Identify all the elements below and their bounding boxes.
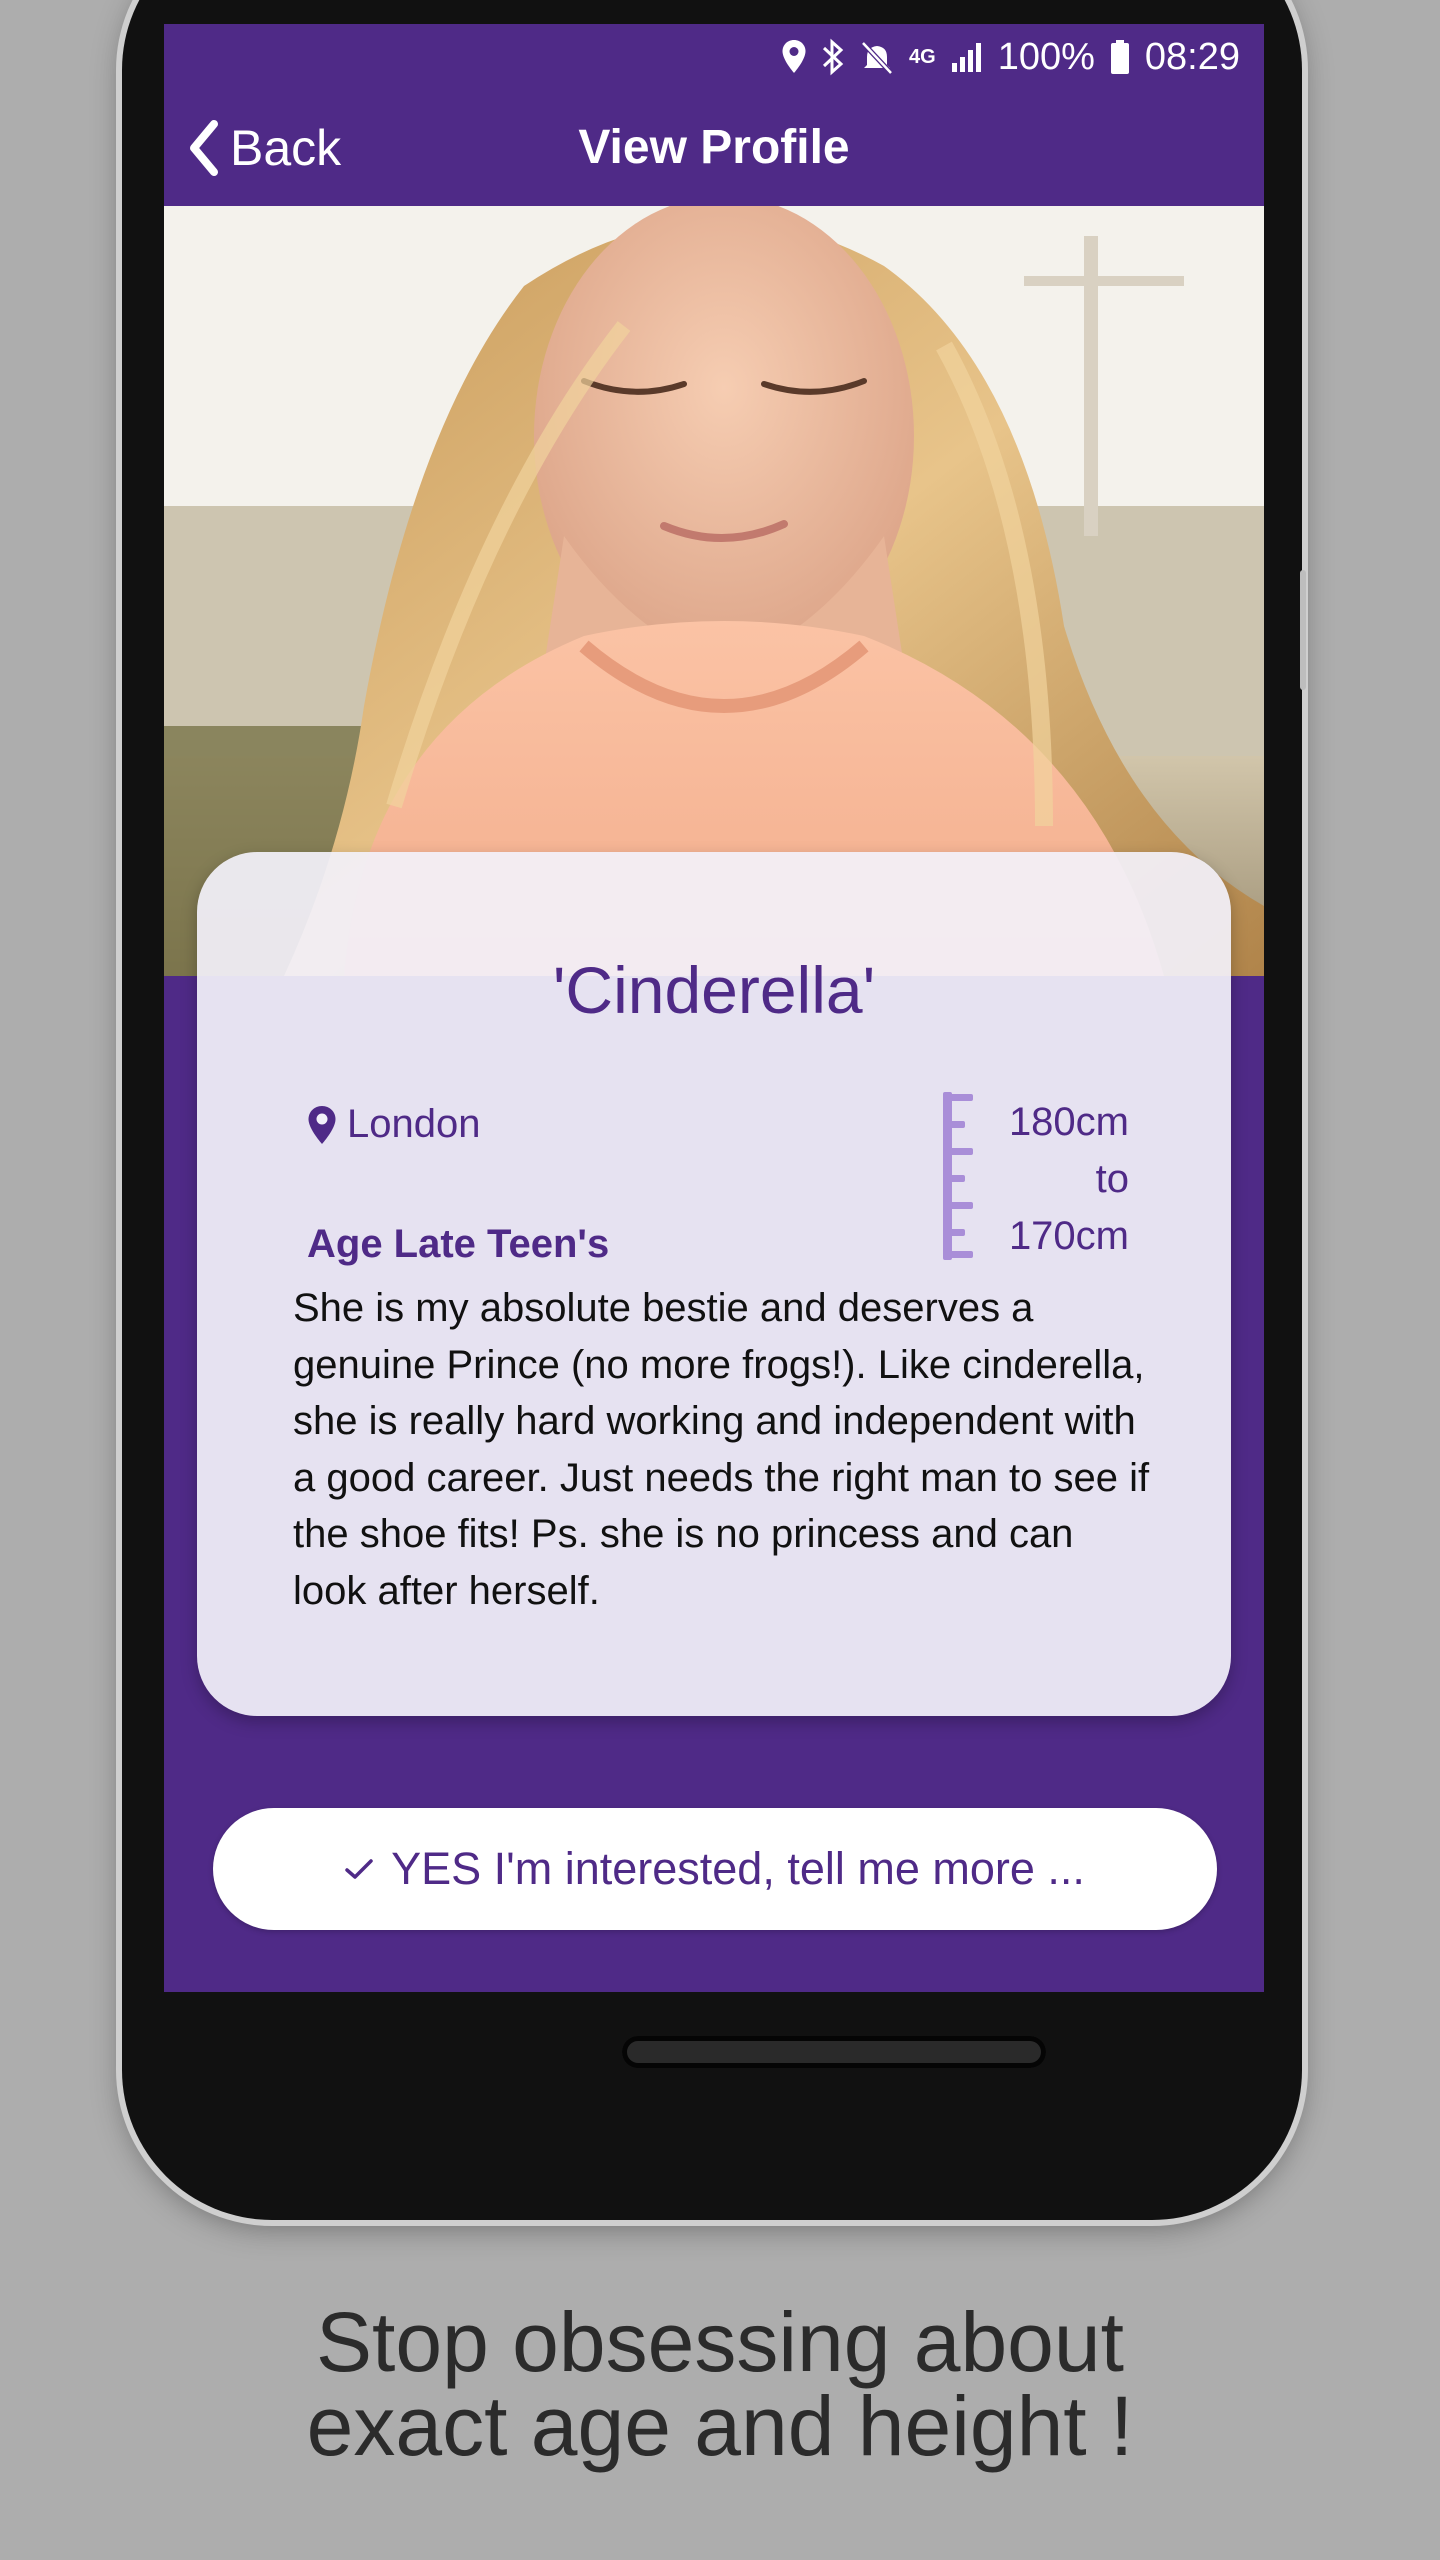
- profile-location: London: [307, 1102, 480, 1147]
- checkmark-icon: [345, 1859, 373, 1879]
- interested-button[interactable]: YES I'm interested, tell me more ...: [213, 1808, 1217, 1930]
- network-type: 4G: [909, 46, 936, 68]
- caption-line-1: Stop obsessing about: [316, 2295, 1124, 2389]
- profile-description: She is my absolute bestie and deserves a…: [293, 1286, 1150, 1613]
- map-pin-icon: [308, 1105, 336, 1144]
- height-range: 180cm to 170cm: [992, 1094, 1129, 1265]
- height-max: 180cm: [1008, 1100, 1129, 1144]
- page-title: View Profile: [578, 121, 850, 174]
- power-button: [1300, 570, 1306, 690]
- promo-caption: Stop obsessing about exact age and heigh…: [0, 2300, 1440, 2468]
- bluetooth-icon: [822, 38, 844, 76]
- navbar: Back View Profile: [164, 90, 1264, 206]
- home-bar[interactable]: [622, 2036, 1046, 2068]
- battery-percent: 100%: [997, 35, 1095, 78]
- location-label: London: [347, 1102, 481, 1146]
- ruler-icon: [943, 1092, 973, 1260]
- location-icon: [782, 40, 806, 73]
- clock: 08:29: [1144, 35, 1240, 78]
- mute-icon: [861, 41, 893, 75]
- height-min: 170cm: [1008, 1214, 1129, 1258]
- battery-icon: [1110, 40, 1129, 74]
- interested-button-label: YES I'm interested, tell me more ...: [391, 1843, 1085, 1894]
- profile-age: Age Late Teen's: [307, 1222, 610, 1266]
- profile-card: 'Cinderella' London Age Late Teen's 180c…: [197, 852, 1231, 1716]
- height-to: to: [1095, 1157, 1129, 1201]
- profile-nickname: 'Cinderella': [552, 953, 876, 1027]
- signal-icon: [951, 43, 981, 72]
- status-bar: 4G 100% 08:29: [164, 24, 1264, 90]
- app-screen: 4G 100% 08:29 Back View Profile 'Cindere…: [164, 24, 1264, 1992]
- caption-line-2: exact age and height !: [306, 2379, 1134, 2473]
